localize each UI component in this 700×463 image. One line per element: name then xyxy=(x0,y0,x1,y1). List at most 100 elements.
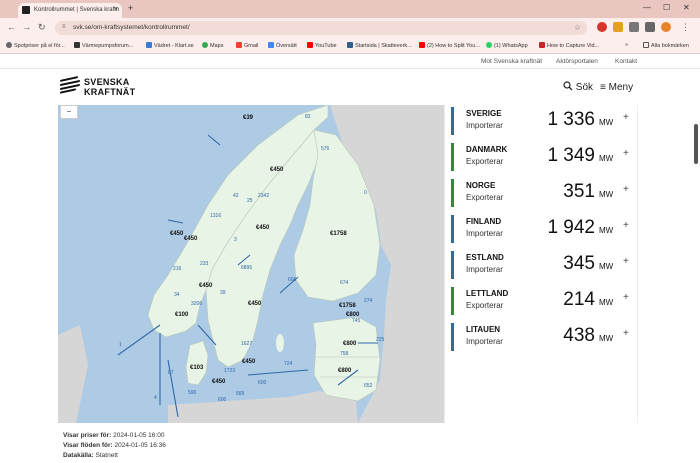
flows-timestamp: Visar flöden för: 2024-01-05 16:36 xyxy=(63,442,166,449)
expand-plus-icon[interactable]: + xyxy=(623,328,629,339)
flow-unit: MW xyxy=(599,190,614,199)
bookmark-item[interactable]: Maps xyxy=(202,42,223,49)
extensions-puzzle-icon[interactable] xyxy=(629,22,639,32)
country-row-norge[interactable]: NORGE Exporterar 351 MW + xyxy=(451,179,633,213)
page-content: Mot Svenska kraftnät Aktörsportalen Kont… xyxy=(0,54,700,463)
flow-value: 214 xyxy=(563,289,595,310)
price-label: €450 xyxy=(184,236,198,242)
site-favicon-icon xyxy=(22,6,30,14)
bookmark-item[interactable]: Spotpriser på el för... xyxy=(6,42,65,49)
price-label: €450 xyxy=(242,359,256,365)
flow-label: 274 xyxy=(364,298,373,304)
flow-label: 4 xyxy=(154,395,157,401)
expand-plus-icon[interactable]: + xyxy=(623,256,629,267)
price-label: €100 xyxy=(175,312,189,318)
flow-label: 0 xyxy=(364,190,367,196)
reload-icon[interactable]: ↻ xyxy=(38,22,46,33)
flow-unit: MW xyxy=(599,262,614,271)
tab-kontrollrummet[interactable]: Kontrollrummet | Svenska kraftn × xyxy=(18,3,122,18)
tab-close-icon[interactable]: × xyxy=(114,6,118,13)
country-row-finland[interactable]: FINLAND Importerar 1 942 MW + xyxy=(451,215,633,249)
price-label: €1758 xyxy=(339,303,356,309)
browser-titlebar: Kontrollrummet | Svenska kraftn × + — ☐ … xyxy=(0,0,700,18)
translate-icon xyxy=(268,42,274,48)
menu-button[interactable]: ≡ Meny xyxy=(600,82,633,93)
direction-indicator xyxy=(451,107,454,135)
bookmark-item[interactable]: Vädret - Klart.se xyxy=(146,42,194,49)
flow-map[interactable]: − €39 €450 €450 €450 €450 €1758 €450 €450 €100 €1… xyxy=(58,105,444,423)
zoom-out-button[interactable]: − xyxy=(60,105,78,119)
profile-avatar[interactable] xyxy=(661,22,671,32)
flow-label: 2342 xyxy=(258,193,270,199)
bookmark-item[interactable]: Översätt xyxy=(268,42,297,49)
gmail-icon xyxy=(236,42,242,48)
price-label: €800 xyxy=(338,368,352,374)
sidepanel-icon[interactable] xyxy=(645,22,655,32)
bookmark-item[interactable]: (1) WhatsApp xyxy=(486,42,528,49)
link-mot-svk[interactable]: Mot Svenska kraftnät xyxy=(481,58,542,65)
country-row-sverige[interactable]: SVERIGE Importerar 1 336 MW + xyxy=(451,107,633,141)
direction-indicator xyxy=(451,143,454,171)
expand-plus-icon[interactable]: + xyxy=(623,292,629,303)
price-label: €103 xyxy=(190,365,204,371)
flow-label: 225 xyxy=(376,337,385,343)
flow-unit: MW xyxy=(599,334,614,343)
svk-logo[interactable]: SVENSKA KRAFTNÄT xyxy=(60,75,140,97)
prices-timestamp: Visar priser för: 2024-01-05 16:00 xyxy=(63,432,165,439)
maximize-button[interactable]: ☐ xyxy=(663,3,670,12)
expand-plus-icon[interactable]: + xyxy=(623,148,629,159)
country-row-litauen[interactable]: LITAUEN Importerar 438 MW + xyxy=(451,323,633,357)
bookmark-item[interactable]: Gmail xyxy=(236,42,258,49)
bookmark-item[interactable]: Startsida | Skatteverk... xyxy=(347,42,412,49)
flow-direction: Exporterar xyxy=(466,193,504,202)
uk-land xyxy=(58,325,88,423)
extension-yellow-icon[interactable] xyxy=(613,22,623,32)
bookmark-star-icon[interactable]: ☆ xyxy=(574,23,581,32)
flow-label: 652 xyxy=(364,383,373,389)
site-info-icon[interactable]: ≡ xyxy=(62,24,66,30)
expand-plus-icon[interactable]: + xyxy=(623,220,629,231)
address-bar[interactable]: ≡ svk.se/om-kraftsystemet/kontrollrummet… xyxy=(55,21,587,35)
flow-label: 25 xyxy=(247,198,253,204)
youtube-icon xyxy=(419,42,425,48)
bookmark-item[interactable]: YouTube xyxy=(307,42,337,49)
extension-red-icon[interactable] xyxy=(597,22,607,32)
direction-indicator xyxy=(451,323,454,351)
bookmark-item[interactable]: How to Capture Vid... xyxy=(539,42,599,49)
link-aktorsportalen[interactable]: Aktörsportalen xyxy=(556,58,598,65)
flow-label: 42 xyxy=(233,193,239,199)
price-label: €1758 xyxy=(330,231,347,237)
direction-indicator xyxy=(451,251,454,279)
country-row-danmark[interactable]: DANMARK Exporterar 1 349 MW + xyxy=(451,143,633,177)
flow-label: 569 xyxy=(236,391,245,397)
header-divider xyxy=(0,68,700,69)
link-kontakt[interactable]: Kontakt xyxy=(615,58,637,65)
youtube-icon xyxy=(307,42,313,48)
flow-value: 351 xyxy=(563,181,595,202)
hamburger-icon: ≡ xyxy=(600,82,606,93)
bookmark-item[interactable]: (2) How to Split You... xyxy=(419,42,480,49)
back-icon[interactable]: ← xyxy=(7,22,16,32)
expand-plus-icon[interactable]: + xyxy=(623,112,629,123)
flow-label: 600 xyxy=(218,397,227,403)
country-row-lettland[interactable]: LETTLAND Exporterar 214 MW + xyxy=(451,287,633,321)
close-window-button[interactable]: ✕ xyxy=(683,3,690,12)
country-name: SVERIGE xyxy=(466,109,502,118)
direction-indicator xyxy=(451,215,454,243)
country-row-estland[interactable]: ESTLAND Importerar 345 MW + xyxy=(451,251,633,285)
country-flow-panel: SVERIGE Importerar 1 336 MW + DANMARK Exporter… xyxy=(444,105,638,423)
browser-menu-icon[interactable]: ⋮ xyxy=(681,22,690,33)
flow-label: 233 xyxy=(200,261,209,267)
bookmarks-more-button[interactable]: » xyxy=(625,42,628,48)
minimize-button[interactable]: — xyxy=(643,3,651,12)
page-scrollbar[interactable] xyxy=(694,124,698,164)
search-button[interactable]: Sök xyxy=(563,81,593,93)
forward-icon[interactable]: → xyxy=(22,22,31,32)
data-source: Datakälla: Statnett xyxy=(63,452,118,459)
all-bookmarks-button[interactable]: Alla bokmärken xyxy=(643,42,689,49)
new-tab-button[interactable]: + xyxy=(128,3,133,13)
expand-plus-icon[interactable]: + xyxy=(623,184,629,195)
flow-label: 34 xyxy=(174,292,180,298)
skatteverket-icon xyxy=(347,42,353,48)
bookmark-item[interactable]: Värmepumpsforum... xyxy=(74,42,133,49)
